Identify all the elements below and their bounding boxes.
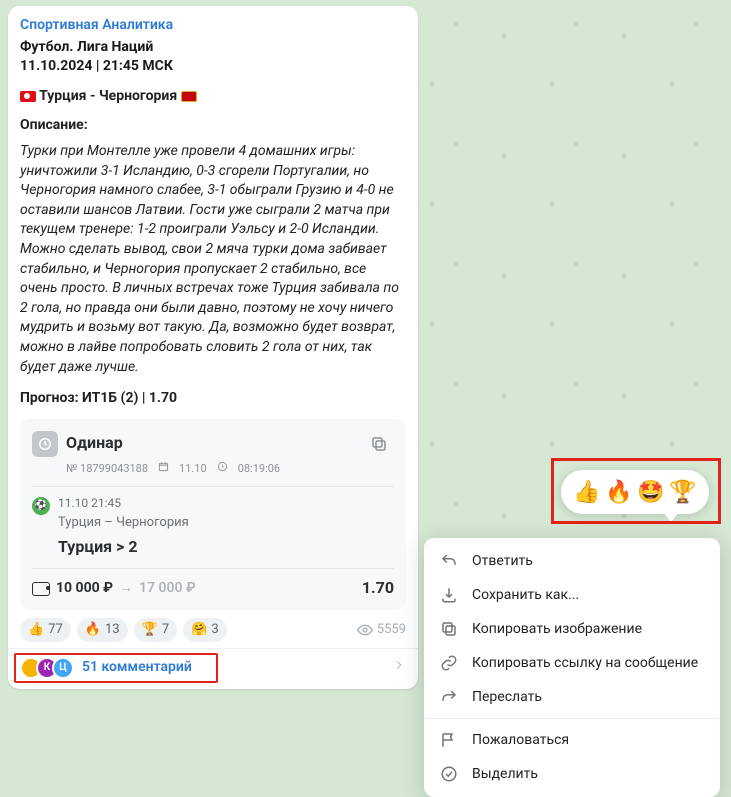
menu-label: Сохранить как...	[472, 587, 579, 603]
league-title: Футбол. Лига Наций	[20, 38, 406, 58]
match-teams-line: Турция - Черногория	[20, 87, 406, 107]
description-label: Описание:	[20, 116, 406, 136]
flag-turkey-icon	[20, 91, 36, 102]
prognoz-line: Прогноз: ИТ1Б (2) | 1.70	[20, 389, 406, 409]
bet-stake: 10 000 ₽ → 17 000 ₽	[32, 579, 196, 599]
clock-small-icon	[217, 461, 228, 476]
avatar: Ц	[52, 657, 74, 679]
menu-save-as[interactable]: Сохранить как...	[424, 578, 720, 612]
menu-label: Копировать ссылку на сообщение	[472, 655, 698, 671]
menu-separator	[424, 718, 720, 719]
views-count: 5559	[357, 621, 406, 639]
description-text: Турки при Монтелле уже провели 4 домашни…	[20, 142, 406, 377]
channel-name[interactable]: Спортивная Аналитика	[20, 16, 406, 36]
eye-icon	[357, 622, 373, 638]
copy-icon	[440, 620, 458, 638]
check-circle-icon	[440, 765, 458, 783]
bet-time: 08:19:06	[238, 461, 280, 476]
match-datetime: 11.10.2024 | 21:45 МСК	[20, 57, 406, 77]
bet-match-teams: Турция – Черногория	[58, 514, 394, 532]
comment-avatars: К Ц	[20, 657, 74, 679]
menu-label: Выделить	[472, 766, 538, 782]
flag-icon	[440, 731, 458, 749]
context-menu: Ответить Сохранить как... Копировать изо…	[424, 538, 720, 797]
menu-report[interactable]: Пожаловаться	[424, 723, 720, 757]
reaction-hug[interactable]: 🤗3	[183, 618, 227, 642]
message-bubble: Спортивная Аналитика Футбол. Лига Наций …	[8, 6, 418, 689]
comments-text: 51 комментарий	[82, 658, 192, 678]
copy-button[interactable]	[364, 429, 394, 459]
bet-card: Одинар № 18799043188 11.10 08:19:06 ⚽ 11…	[20, 419, 406, 610]
bet-match-datetime: 11.10 21:45	[58, 495, 394, 512]
menu-label: Переслать	[472, 689, 542, 705]
menu-label: Пожаловаться	[472, 732, 569, 748]
reply-icon	[440, 552, 458, 570]
comments-bar[interactable]: К Ц 51 комментарий	[8, 648, 418, 685]
arrow-icon: →	[119, 579, 133, 599]
menu-forward[interactable]: Переслать	[424, 680, 720, 714]
clock-icon	[32, 431, 58, 457]
download-icon	[440, 586, 458, 604]
link-icon	[440, 654, 458, 672]
wallet-icon	[32, 582, 50, 596]
reaction-trophy[interactable]: 🏆7	[134, 618, 178, 642]
reaction-thumbs-up[interactable]: 👍77	[20, 618, 71, 642]
win-amount: 17 000 ₽	[139, 579, 196, 599]
match-teams-text: Турция - Черногория	[39, 88, 177, 104]
menu-copy-link[interactable]: Копировать ссылку на сообщение	[424, 646, 720, 680]
football-icon: ⚽	[32, 497, 50, 515]
reaction-option-fire[interactable]: 🔥	[605, 480, 632, 505]
bet-odds: 1.70	[362, 577, 394, 599]
menu-reply[interactable]: Ответить	[424, 544, 720, 578]
reaction-option-star-struck[interactable]: 🤩	[637, 480, 664, 505]
menu-label: Ответить	[472, 553, 533, 569]
calendar-icon	[158, 461, 169, 476]
reaction-picker: 👍 🔥 🤩 🏆	[561, 470, 709, 514]
bet-id: № 18799043188	[66, 461, 148, 476]
reaction-fire[interactable]: 🔥13	[77, 618, 128, 642]
bet-type: Одинар	[66, 432, 356, 454]
menu-copy-image[interactable]: Копировать изображение	[424, 612, 720, 646]
reaction-option-trophy[interactable]: 🏆	[669, 480, 696, 505]
flag-montenegro-icon	[181, 91, 197, 102]
chevron-right-icon	[392, 658, 406, 679]
stake-amount: 10 000 ₽	[56, 579, 113, 599]
menu-label: Копировать изображение	[472, 621, 642, 637]
bet-date: 11.10	[179, 461, 207, 476]
bet-pick: Турция > 2	[58, 536, 394, 558]
reactions-row: 👍77 🔥13 🏆7 🤗3 5559	[20, 618, 406, 642]
menu-select[interactable]: Выделить	[424, 757, 720, 791]
reaction-option-thumbs-up[interactable]: 👍	[573, 480, 600, 505]
